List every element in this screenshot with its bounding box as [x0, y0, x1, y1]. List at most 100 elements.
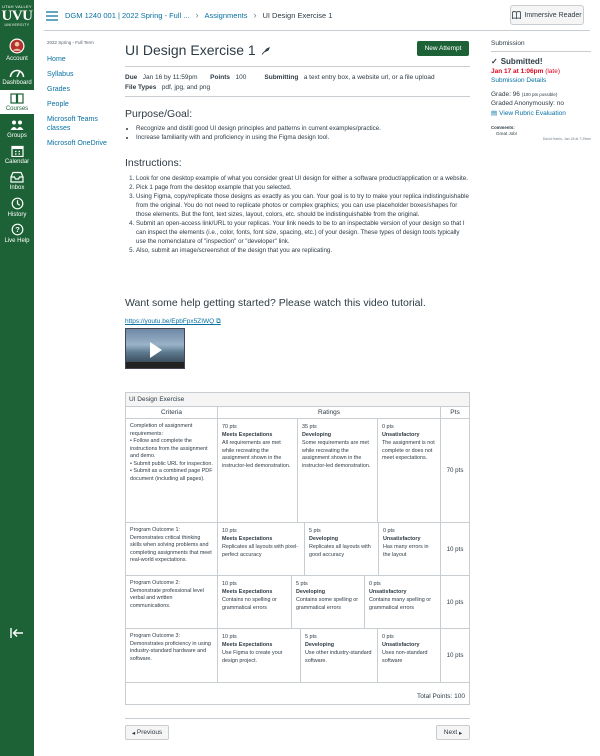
global-nav-calendar[interactable]: Calendar: [0, 145, 34, 165]
criteria-line: Demonstrates proficiency in using indust…: [130, 640, 211, 662]
file-types-label: File Types: [125, 84, 157, 91]
rubric-criteria-cell: Program Outcome 3: Demonstrates proficie…: [126, 629, 218, 682]
course-navigation: 2022 Spring - Full Term Home Syllabus Gr…: [47, 40, 119, 154]
view-rubric-label: View Rubric Evaluation: [499, 109, 566, 117]
global-nav-label: Dashboard: [2, 80, 32, 86]
submission-details-link[interactable]: Submission Details: [491, 77, 591, 84]
global-nav-label: Inbox: [9, 185, 25, 191]
courses-icon: [10, 93, 24, 104]
course-nav-grades[interactable]: Grades: [47, 85, 119, 94]
breadcrumb: DGM 1240 001 | 2022 Spring - Full ... › …: [65, 10, 332, 20]
rubric-criteria-cell: Completion of assignment requirements: •…: [126, 419, 218, 522]
course-term: 2022 Spring - Full Term: [47, 40, 94, 45]
global-nav-dashboard[interactable]: Dashboard: [0, 66, 34, 86]
header-divider: [44, 30, 590, 31]
criteria-line: Demonstrate professional level verbal an…: [130, 587, 205, 609]
history-icon: [11, 197, 23, 210]
course-nav-microsoft-teams[interactable]: Microsoft Teams classes: [47, 115, 119, 133]
criteria-line: Program Outcome 2:: [130, 580, 181, 586]
breadcrumb-course-link[interactable]: DGM 1240 001 | 2022 Spring - Full ...: [65, 11, 190, 20]
logo-main-text: UVU: [1, 8, 34, 24]
rating-name: Meets Expectations: [222, 641, 273, 648]
criteria-line: • Follow and complete the instructions f…: [130, 438, 208, 459]
rating-cell[interactable]: 5 pts Developing Use other industry-stan…: [301, 629, 378, 682]
video-thumbnail[interactable]: [125, 328, 185, 369]
rubric-title: UI Design Exercise: [126, 393, 469, 407]
groups-icon: [10, 120, 24, 130]
course-nav-people[interactable]: People: [47, 100, 119, 109]
next-button[interactable]: Next ▸: [436, 725, 470, 740]
details-divider-top: [125, 66, 470, 67]
rating-description: Uses non-standard software: [382, 650, 428, 664]
previous-button[interactable]: ◂ Previous: [125, 725, 169, 740]
course-nav-home[interactable]: Home: [47, 55, 119, 64]
global-nav-live-help[interactable]: ? Live Help: [0, 223, 34, 244]
rating-name: Developing: [305, 641, 335, 648]
rating-points: 0 pts: [369, 581, 381, 587]
uvu-logo[interactable]: UTAH VALLEY UVU UNIVERSITY: [0, 0, 34, 32]
collapse-nav-icon[interactable]: [8, 624, 26, 642]
rating-points: 35 pts: [302, 424, 317, 430]
rating-cell[interactable]: 0 pts Unsatisfactory The assignment is n…: [378, 419, 441, 522]
global-nav-label: Calendar: [4, 159, 30, 165]
file-types-row: File Types pdf, jpg, and png: [125, 84, 210, 91]
global-nav-label: Account: [6, 56, 28, 62]
assignment-details-row: Due Jan 16 by 11:59pm Points 100 Submitt…: [125, 74, 435, 81]
global-nav-label: Courses: [5, 106, 29, 112]
course-nav-microsoft-onedrive[interactable]: Microsoft OneDrive: [47, 139, 119, 148]
rating-cell[interactable]: 0 pts Unsatisfactory Has many errors in …: [379, 523, 441, 575]
list-item: Submit an open-access link/URL to your r…: [136, 219, 469, 246]
rating-description: Contains no spelling or grammatical erro…: [222, 597, 277, 611]
criteria-line: • Submit as a combined page PDF document…: [130, 468, 213, 482]
rubric-header-criteria: Criteria: [126, 407, 218, 419]
video-heading: Want some help getting started? Please w…: [125, 297, 426, 309]
graded-anonymously: Graded Anonymously: no: [491, 100, 564, 107]
comment-text: Great Job!: [496, 131, 518, 136]
calendar-icon: [10, 145, 24, 157]
rating-name: Meets Expectations: [222, 588, 273, 595]
breadcrumb-assignments-link[interactable]: Assignments: [205, 11, 248, 20]
rocket-icon[interactable]: [261, 46, 271, 55]
rubric-criteria-cell: Program Outcome 2: Demonstrate professio…: [126, 576, 218, 628]
due-value: Jan 16 by 11:59pm: [142, 74, 198, 81]
global-nav-courses[interactable]: Courses: [0, 90, 34, 114]
rating-description: Has many errors in the layout: [383, 544, 429, 558]
rating-cell[interactable]: 35 pts Developing Some requirements are …: [298, 419, 378, 522]
hamburger-menu-icon[interactable]: [46, 11, 58, 21]
criteria-line: Completion of assignment requirements:: [130, 423, 193, 437]
view-rubric-link[interactable]: ▤ View Rubric Evaluation: [491, 109, 591, 118]
immersive-reader-button[interactable]: Immersive Reader: [510, 5, 584, 25]
video-link[interactable]: https://youtu.be/EpbFpx5ZIWQ ⧉: [125, 318, 221, 326]
chevron-right-icon: ▸: [457, 729, 463, 737]
rating-cell[interactable]: 0 pts Unsatisfactory Contains many spell…: [365, 576, 441, 628]
global-nav-history[interactable]: History: [0, 197, 34, 218]
rating-points: 0 pts: [383, 528, 395, 534]
rating-cell[interactable]: 10 pts Meets Expectations Replicates all…: [218, 523, 305, 575]
rating-points: 5 pts: [309, 528, 321, 534]
due-label: Due: [125, 74, 138, 81]
breadcrumb-separator-icon: ›: [253, 10, 257, 20]
rating-cell[interactable]: 70 pts Meets Expectations All requiremen…: [218, 419, 298, 522]
rating-cell[interactable]: 10 pts Meets Expectations Contains no sp…: [218, 576, 292, 628]
rubric-header-pts: Pts: [441, 407, 469, 419]
rating-cell[interactable]: 5 pts Developing Replicates all layouts …: [305, 523, 379, 575]
rubric-points-cell: 10 pts: [446, 652, 464, 659]
rating-description: All requirements are met while recreatin…: [222, 440, 291, 469]
global-nav-inbox[interactable]: Inbox: [0, 171, 34, 191]
rating-points: 10 pts: [222, 634, 237, 640]
global-nav-groups[interactable]: Groups: [0, 119, 34, 139]
rating-cell[interactable]: 0 pts Unsatisfactory Uses non-standard s…: [378, 629, 441, 682]
grade-row: Grade: 96 (100 pts possible): [491, 91, 591, 98]
grade-value: Grade: 96: [491, 91, 520, 98]
rubric-header-ratings: Ratings: [218, 407, 441, 419]
rating-cell[interactable]: 5 pts Developing Contains some spelling …: [292, 576, 365, 628]
global-nav-account[interactable]: Account: [0, 38, 34, 62]
course-nav-syllabus[interactable]: Syllabus: [47, 70, 119, 79]
rating-points: 70 pts: [222, 424, 237, 430]
points-label: Points: [210, 74, 231, 81]
new-attempt-button[interactable]: New Attempt: [417, 41, 469, 56]
rating-points: 10 pts: [222, 528, 237, 534]
late-badge: (late): [545, 68, 561, 75]
submission-heading: Submission: [491, 40, 591, 52]
rating-cell[interactable]: 10 pts Meets Expectations Use Figma to c…: [218, 629, 301, 682]
